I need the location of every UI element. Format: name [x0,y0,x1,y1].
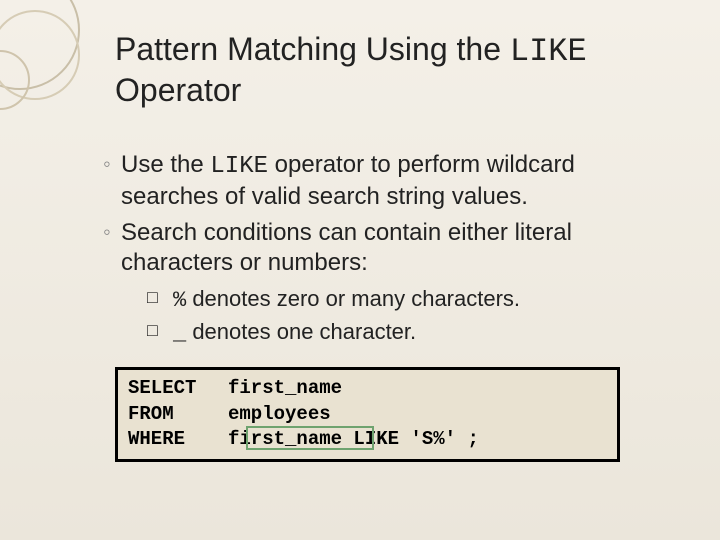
sql-rest: first_name LIKE 'S%' ; [228,427,479,453]
subbullet-text: denotes zero or many characters. [186,286,520,311]
sql-keyword: SELECT [128,376,228,402]
title-suffix: Operator [115,72,241,108]
subbullet-code: _ [173,321,186,346]
slide-content: Pattern Matching Using the LIKE Operator… [0,0,720,492]
sql-keyword: WHERE [128,427,228,453]
bullet-list: Use the LIKE operator to perform wildcar… [103,150,665,349]
sql-line: WHEREfirst_name LIKE 'S%' ; [128,427,607,453]
subbullet-list: % denotes zero or many characters. _ den… [147,284,665,349]
sql-rest: first_name [228,376,342,402]
bullet-item: Search conditions can contain either lit… [103,218,665,349]
subbullet-code: % [173,288,186,313]
bullet-item: Use the LIKE operator to perform wildcar… [103,150,665,212]
subbullet-item: % denotes zero or many characters. [147,284,665,316]
bullet-text: Search conditions can contain either lit… [121,219,572,276]
subbullet-text: denotes one character. [186,319,416,344]
sql-line: FROMemployees [128,402,607,428]
slide-title: Pattern Matching Using the LIKE Operator [115,30,665,110]
sql-line: SELECTfirst_name [128,376,607,402]
sql-rest: employees [228,402,331,428]
sql-code-block: SELECTfirst_name FROMemployees WHEREfirs… [115,367,620,462]
title-prefix: Pattern Matching Using the [115,31,510,67]
subbullet-item: _ denotes one character. [147,317,665,349]
title-code: LIKE [510,33,587,70]
sql-keyword: FROM [128,402,228,428]
bullet-code: LIKE [210,153,268,180]
bullet-text-prefix: Use the [121,151,210,178]
